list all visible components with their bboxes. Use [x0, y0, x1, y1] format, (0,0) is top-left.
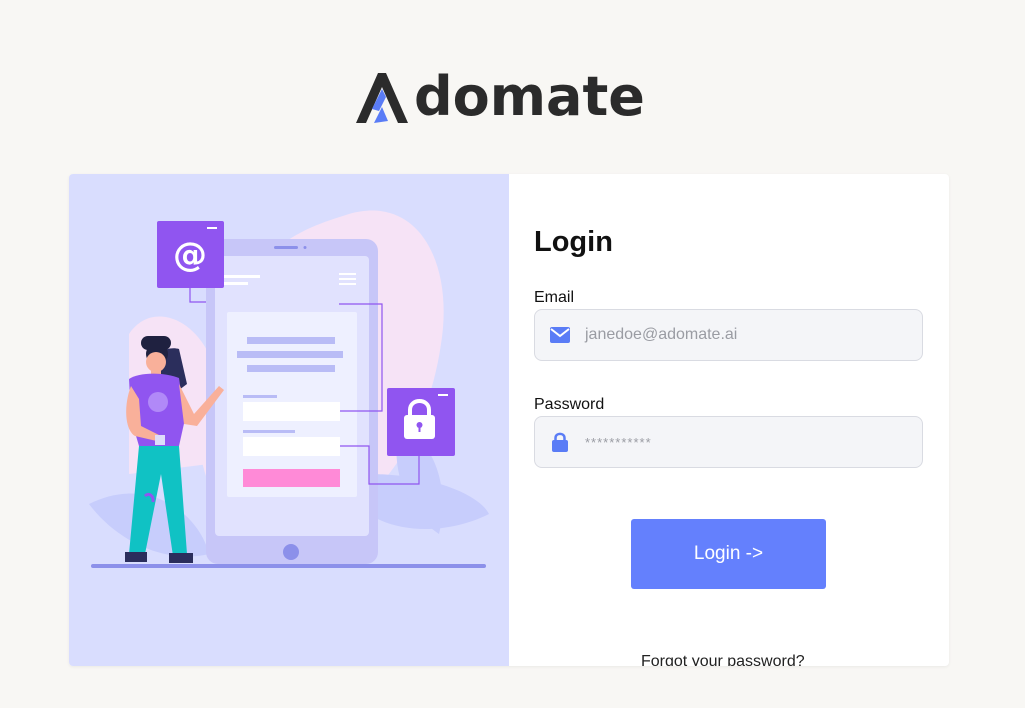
- logo-mark-icon: [356, 73, 408, 123]
- email-label: Email: [534, 289, 575, 306]
- login-title: Login: [534, 226, 613, 258]
- password-field[interactable]: ***********: [534, 416, 923, 468]
- login-illustration: @: [89, 210, 489, 568]
- logo: domate: [352, 66, 645, 128]
- envelope-icon: [550, 325, 570, 345]
- login-form: Login Email janedoe@adomate.ai Password …: [534, 174, 934, 666]
- lock-icon: [550, 432, 570, 452]
- at-symbol: @: [173, 235, 207, 275]
- password-label: Password: [534, 396, 605, 413]
- illustration-panel: @: [69, 174, 509, 666]
- password-placeholder: ***********: [585, 434, 652, 450]
- at-badge-icon: @: [157, 221, 224, 288]
- lock-badge-icon: [387, 388, 455, 456]
- email-placeholder: janedoe@adomate.ai: [585, 326, 738, 343]
- email-field[interactable]: janedoe@adomate.ai: [534, 309, 923, 361]
- brand-name: domate: [414, 65, 645, 128]
- login-card: @ Login Email janedoe@adomate.ai Passwor…: [69, 174, 949, 666]
- forgot-password-link[interactable]: Forgot your password?: [641, 653, 805, 666]
- login-button[interactable]: Login ->: [631, 519, 826, 589]
